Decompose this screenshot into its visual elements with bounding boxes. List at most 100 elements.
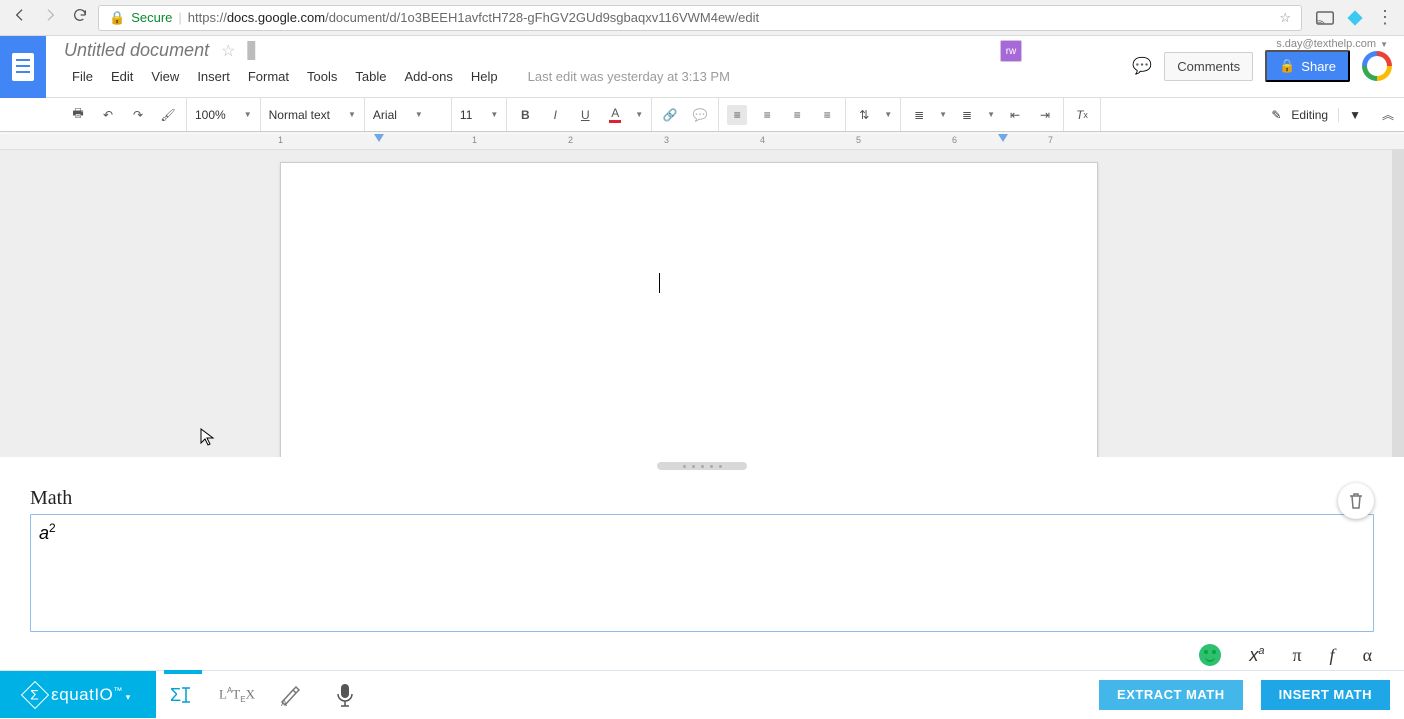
undo-icon[interactable]: ↶ [98, 105, 118, 125]
math-input[interactable]: a2 [30, 514, 1374, 632]
browser-nav [6, 7, 88, 28]
zoom-dropdown[interactable]: 100%▼ [195, 108, 252, 122]
paint-format-icon[interactable]: 🖌 [158, 105, 178, 125]
prediction-smiley-icon[interactable] [1199, 644, 1221, 666]
editing-mode-dropdown[interactable]: ✎ Editing ▼ [1260, 103, 1372, 127]
equatio-brand[interactable]: Σ εquatIO™ ▾ [0, 671, 156, 718]
hide-menus-icon[interactable]: ︽ [1382, 106, 1394, 123]
ruler-tick: 1 [472, 135, 477, 145]
symbol-alpha[interactable]: α [1363, 645, 1372, 666]
chrome-menu-icon[interactable]: ⋮ [1376, 9, 1394, 27]
latex-tab[interactable]: LATEX [210, 671, 264, 719]
delete-button[interactable] [1338, 483, 1374, 519]
align-center-icon[interactable]: ≡ [757, 105, 777, 125]
math-symbol-toolbar: xa π f α [0, 638, 1404, 670]
menu-table[interactable]: Table [347, 65, 394, 88]
link-icon[interactable]: 🔗 [660, 105, 680, 125]
menu-help[interactable]: Help [463, 65, 506, 88]
increase-indent-icon[interactable]: ⇥ [1035, 105, 1055, 125]
forward-icon [42, 7, 58, 28]
font-size-dropdown[interactable]: 11▼ [460, 108, 498, 122]
document-title[interactable]: Untitled document [64, 40, 209, 61]
style-dropdown[interactable]: Normal text▼ [269, 108, 356, 122]
address-bar[interactable]: 🔒 Secure | https://docs.google.com/docum… [98, 5, 1302, 31]
account-email[interactable]: s.day@texthelp.com▼ [1276, 38, 1388, 50]
rw-extension-badge[interactable]: rw [1000, 40, 1022, 62]
menu-edit[interactable]: Edit [103, 65, 141, 88]
docs-header: Untitled document ☆ ▋ File Edit View Ins… [0, 36, 1404, 98]
formatting-toolbar: 🖶 ↶ ↷ 🖌 100%▼ Normal text▼ Arial▼ 11▼ B … [0, 98, 1404, 132]
reload-icon[interactable] [72, 7, 88, 28]
bulleted-list-icon[interactable]: ≣ [957, 105, 977, 125]
align-justify-icon[interactable]: ≡ [817, 105, 837, 125]
menu-insert[interactable]: Insert [189, 65, 238, 88]
comment-icon[interactable]: 💬 [690, 105, 710, 125]
equation-editor-tab[interactable]: Σ [156, 671, 210, 719]
ruler-tick: 4 [760, 135, 765, 145]
equatio-logo-icon: Σ [21, 680, 49, 708]
lock-icon: 🔒 [109, 10, 125, 26]
math-panel-title: Math [30, 487, 1374, 510]
document-canvas[interactable] [0, 150, 1404, 457]
mouse-pointer-icon [200, 428, 216, 448]
back-icon[interactable] [12, 7, 28, 28]
line-spacing-icon[interactable]: ⇅ [854, 105, 874, 125]
secure-label: Secure [131, 10, 172, 25]
align-right-icon[interactable]: ≡ [787, 105, 807, 125]
pencil-icon: ✎ [1271, 108, 1281, 122]
ruler-tick: 6 [952, 135, 957, 145]
math-editor-panel: Math a2 [0, 475, 1404, 638]
star-icon[interactable]: ☆ [221, 41, 235, 61]
share-button[interactable]: 🔒 Share [1265, 50, 1350, 82]
ruler-tick: 5 [856, 135, 861, 145]
text-cursor [659, 273, 660, 293]
symbol-function[interactable]: f [1330, 645, 1335, 666]
menu-addons[interactable]: Add-ons [396, 65, 460, 88]
font-dropdown[interactable]: Arial▼ [373, 108, 443, 122]
ruler-tick: 7 [1048, 135, 1053, 145]
lock-icon: 🔒 [1279, 58, 1295, 74]
menu-file[interactable]: File [64, 65, 101, 88]
extension-diamond-icon[interactable] [1346, 9, 1364, 27]
italic-icon[interactable]: I [545, 105, 565, 125]
cast-icon[interactable] [1316, 9, 1334, 27]
comments-button[interactable]: Comments [1164, 52, 1253, 81]
bookmark-star-icon[interactable]: ☆ [1279, 10, 1291, 26]
numbered-list-icon[interactable]: ≣ [909, 105, 929, 125]
redo-icon[interactable]: ↷ [128, 105, 148, 125]
browser-toolbar: 🔒 Secure | https://docs.google.com/docum… [0, 0, 1404, 36]
ruler-tick: 1 [278, 135, 283, 145]
menu-view[interactable]: View [143, 65, 187, 88]
insert-math-button[interactable]: INSERT MATH [1261, 680, 1390, 710]
move-folder-icon[interactable]: ▋ [247, 41, 259, 61]
document-page[interactable] [280, 162, 1098, 457]
url-text: https://docs.google.com/document/d/1o3BE… [188, 10, 759, 25]
panel-resize-handle[interactable] [0, 457, 1404, 475]
symbol-superscript[interactable]: xa [1249, 645, 1264, 666]
underline-icon[interactable]: U [575, 105, 595, 125]
last-edit-status: Last edit was yesterday at 3:13 PM [520, 65, 738, 88]
extract-math-button[interactable]: EXTRACT MATH [1099, 680, 1243, 710]
text-color-icon[interactable]: A [605, 105, 625, 125]
horizontal-ruler[interactable]: 1 1 2 3 4 5 6 7 [0, 134, 1404, 150]
trash-icon [1349, 493, 1363, 509]
speech-tab[interactable] [318, 671, 372, 719]
left-indent-marker[interactable] [374, 134, 384, 142]
print-icon[interactable]: 🖶 [68, 105, 88, 125]
bold-icon[interactable]: B [515, 105, 535, 125]
ruler-tick: 2 [568, 135, 573, 145]
docs-logo[interactable] [0, 36, 46, 98]
decrease-indent-icon[interactable]: ⇤ [1005, 105, 1025, 125]
handwriting-tab[interactable]: A [264, 671, 318, 719]
clear-formatting-icon[interactable]: Tx [1072, 105, 1092, 125]
svg-text:Σ: Σ [170, 685, 181, 705]
browser-right-icons: ⋮ [1312, 9, 1398, 27]
symbol-pi[interactable]: π [1292, 645, 1301, 666]
right-indent-marker[interactable] [998, 134, 1008, 142]
menu-bar: File Edit View Insert Format Tools Table… [64, 65, 1132, 88]
menu-format[interactable]: Format [240, 65, 297, 88]
menu-tools[interactable]: Tools [299, 65, 345, 88]
account-avatar[interactable] [1362, 51, 1392, 81]
align-left-icon[interactable]: ≡ [727, 105, 747, 125]
chat-icon[interactable]: 💬 [1132, 56, 1152, 76]
